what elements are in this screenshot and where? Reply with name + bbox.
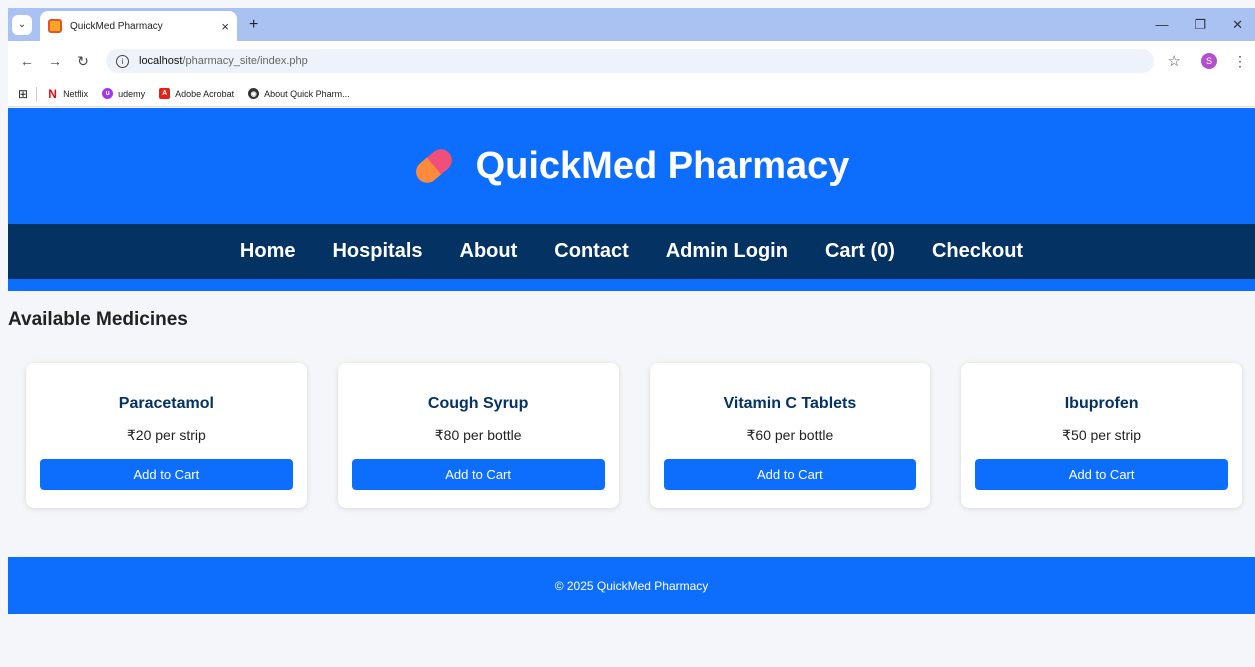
bookmarks-divider (36, 86, 38, 101)
product-name: Cough Syrup (427, 395, 529, 412)
browser-tab[interactable]: QuickMed Pharmacy × (40, 11, 237, 41)
back-arrow-icon[interactable]: ← (16, 53, 38, 69)
favicon-icon (48, 19, 62, 33)
product-price: ₹80 per bottle (434, 427, 522, 443)
window-close-icon[interactable]: ✕ (1232, 17, 1243, 33)
minimize-icon[interactable]: — (1155, 17, 1168, 33)
product-card: Ibuprofen ₹50 per strip Add to Cart (961, 363, 1242, 508)
nav-home[interactable]: Home (240, 240, 296, 263)
bookmark-label: Adobe Acrobat (175, 88, 235, 99)
site-footer: © 2025 QuickMed Pharmacy (8, 557, 1255, 614)
add-to-cart-button[interactable]: Add to Cart (663, 459, 917, 490)
close-icon[interactable]: × (221, 19, 229, 34)
tab-title: QuickMed Pharmacy (70, 20, 163, 32)
more-menu-icon[interactable]: ⋮ (1233, 53, 1247, 70)
site-header: QuickMed Pharmacy (8, 108, 1255, 224)
window-controls: — ❐ ✕ (1155, 17, 1255, 33)
bookmark-about-quick-pharm[interactable]: ◉ About Quick Pharm... (248, 88, 350, 99)
product-name: Ibuprofen (1064, 395, 1139, 412)
site-info-icon[interactable]: i (116, 54, 129, 68)
chevron-down-icon: ⌄ (17, 19, 27, 30)
netflix-icon: N (48, 86, 57, 101)
product-name: Paracetamol (118, 395, 214, 412)
site-title: QuickMed Pharmacy (475, 144, 850, 187)
browser-toolbar: ← → ↻ i localhost/pharmacy_site/index.ph… (8, 41, 1255, 81)
apps-grid-icon[interactable]: ⊞ (18, 87, 28, 101)
bookmark-label: About Quick Pharm... (264, 88, 350, 99)
nav-bottom-strip (8, 279, 1255, 291)
nav-contact[interactable]: Contact (554, 240, 628, 263)
nav-admin-login[interactable]: Admin Login (666, 240, 788, 263)
nav-checkout[interactable]: Checkout (932, 240, 1023, 263)
restore-icon[interactable]: ❐ (1194, 17, 1206, 33)
new-tab-plus-icon[interactable]: + (249, 16, 258, 34)
tab-search-button[interactable]: ⌄ (12, 14, 32, 35)
bookmarks-bar: ⊞ N Netflix u udemy A Adobe Acrobat ◉ About … (8, 81, 1255, 107)
nav-cart[interactable]: Cart (0) (825, 240, 895, 263)
url-host: localhost (139, 55, 183, 67)
add-to-cart-button[interactable]: Add to Cart (975, 459, 1228, 490)
add-to-cart-button[interactable]: Add to Cart (351, 459, 605, 490)
bookmark-label: Netflix (63, 88, 89, 99)
globe-icon: ◉ (248, 88, 260, 99)
nav-hospitals[interactable]: Hospitals (332, 240, 422, 263)
product-card: Cough Syrup ₹80 per bottle Add to Cart (337, 363, 619, 508)
product-grid: Paracetamol ₹20 per strip Add to Cart Co… (26, 363, 1242, 508)
bookmark-star-icon[interactable]: ☆ (1168, 52, 1181, 70)
profile-avatar[interactable]: S (1201, 53, 1217, 69)
url-path: /pharmacy_site/index.php (182, 55, 308, 67)
product-price: ₹20 per strip (126, 427, 206, 443)
product-price: ₹50 per strip (1062, 427, 1142, 443)
pill-icon (411, 144, 456, 188)
reload-icon[interactable]: ↻ (72, 53, 94, 70)
bookmark-label: udemy (118, 88, 146, 99)
add-to-cart-button[interactable]: Add to Cart (40, 459, 293, 490)
nav-about[interactable]: About (460, 240, 518, 263)
address-bar[interactable]: i localhost/pharmacy_site/index.php (106, 49, 1154, 73)
forward-arrow-icon[interactable]: → (44, 53, 66, 69)
product-name: Vitamin C Tablets (723, 395, 857, 412)
footer-copyright: © 2025 QuickMed Pharmacy (554, 578, 709, 593)
bookmark-adobe-acrobat[interactable]: A Adobe Acrobat (159, 88, 234, 99)
acrobat-icon: A (159, 88, 171, 99)
udemy-icon: u (102, 88, 114, 99)
product-card: Paracetamol ₹20 per strip Add to Cart (26, 363, 307, 508)
bookmark-udemy[interactable]: u udemy (102, 88, 145, 99)
main-nav: Home Hospitals About Contact Admin Login… (8, 224, 1255, 279)
browser-tab-bar: ⌄ QuickMed Pharmacy × + — ❐ ✕ (8, 8, 1255, 41)
product-card: Vitamin C Tablets ₹60 per bottle Add to … (649, 363, 931, 508)
section-title: Available Medicines (8, 309, 188, 330)
bookmark-netflix[interactable]: N Netflix (47, 86, 89, 101)
product-price: ₹60 per bottle (746, 427, 834, 443)
